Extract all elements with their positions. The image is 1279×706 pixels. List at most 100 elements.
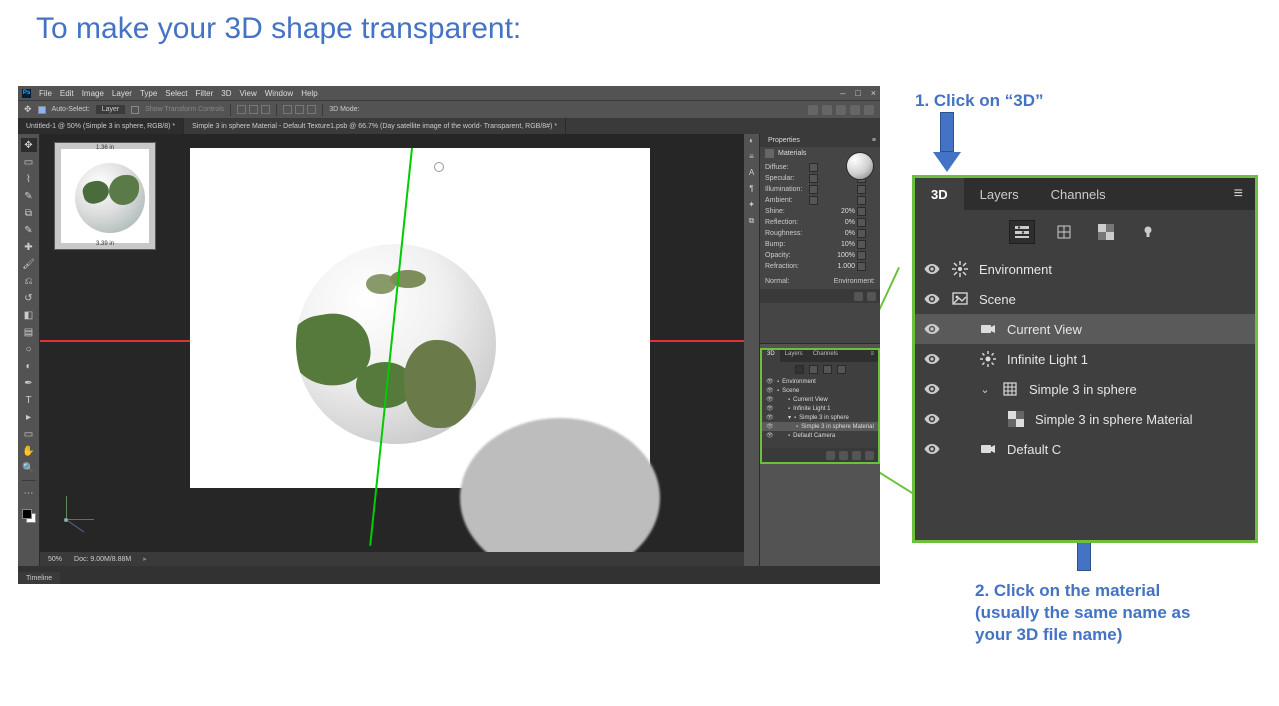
3d-item-row[interactable]: Current View bbox=[915, 314, 1255, 344]
visibility-eye-icon[interactable]: 👁 bbox=[766, 387, 774, 394]
edit-toolbar[interactable]: ⋯ bbox=[21, 486, 37, 500]
visibility-eye-icon[interactable] bbox=[923, 380, 941, 398]
healing-tool[interactable]: ✚ bbox=[21, 240, 37, 254]
3d-small-row[interactable]: 👁▪Environment bbox=[762, 377, 878, 386]
collapsed-panel-icon[interactable]: ⧉ bbox=[747, 216, 757, 226]
3d-item-row[interactable]: Simple 3 in sphere Material bbox=[915, 404, 1255, 434]
panel-footer-icon[interactable] bbox=[865, 451, 874, 460]
visibility-eye-icon[interactable] bbox=[923, 290, 941, 308]
window-minimize-button[interactable]: – bbox=[840, 88, 845, 98]
visibility-eye-icon[interactable]: 👁 bbox=[766, 432, 774, 439]
menu-help[interactable]: Help bbox=[301, 89, 317, 98]
pen-tool[interactable]: ✒ bbox=[21, 376, 37, 390]
3d-item-row[interactable]: ⌄Simple 3 in sphere bbox=[915, 374, 1255, 404]
filter-material-icon[interactable] bbox=[1094, 221, 1118, 243]
property-map-icon[interactable] bbox=[857, 196, 866, 205]
menu-select[interactable]: Select bbox=[165, 89, 187, 98]
hand-tool[interactable]: ✋ bbox=[21, 444, 37, 458]
distribute-icon[interactable] bbox=[295, 105, 304, 114]
3d-item-row[interactable]: Infinite Light 1 bbox=[915, 344, 1255, 374]
collapsed-panel-icon[interactable]: A bbox=[747, 168, 757, 178]
window-maximize-button[interactable]: □ bbox=[855, 88, 860, 98]
move-tool[interactable]: ✥ bbox=[21, 138, 37, 152]
material-preview-sphere[interactable] bbox=[846, 152, 874, 180]
globe-3d-object[interactable] bbox=[296, 244, 496, 444]
doc-tab-2[interactable]: Simple 3 in sphere Material - Default Te… bbox=[184, 118, 566, 134]
align-icon[interactable] bbox=[237, 105, 246, 114]
3d-item-row[interactable]: Environment bbox=[915, 254, 1255, 284]
color-swatches[interactable] bbox=[22, 509, 36, 523]
property-value[interactable]: 100% bbox=[809, 252, 857, 259]
property-map-icon[interactable] bbox=[857, 262, 866, 271]
navigator-overlay[interactable]: 1.36 in 3.39 in bbox=[54, 142, 156, 250]
eyedropper-tool[interactable]: ✎ bbox=[21, 223, 37, 237]
3d-small-row[interactable]: 👁▾▪Simple 3 in sphere bbox=[762, 413, 878, 422]
dodge-tool[interactable]: ◐ bbox=[21, 359, 37, 373]
3d-tab-small[interactable]: 3D bbox=[762, 350, 780, 362]
visibility-eye-icon[interactable] bbox=[923, 320, 941, 338]
menu-image[interactable]: Image bbox=[82, 89, 104, 98]
collapsed-panel-icon[interactable]: ≡ bbox=[747, 152, 757, 162]
history-brush-tool[interactable]: ↺ bbox=[21, 291, 37, 305]
canvas-area[interactable]: 1.36 in 3.39 in 50% Doc: 9.00M/8.88M bbox=[40, 134, 760, 566]
property-value[interactable]: 10% bbox=[809, 241, 857, 248]
3d-small-row[interactable]: 👁▪Simple 3 in sphere Material bbox=[762, 422, 878, 431]
visibility-eye-icon[interactable] bbox=[923, 260, 941, 278]
property-map-icon[interactable] bbox=[857, 229, 866, 238]
3d-small-row[interactable]: 👁▪Current View bbox=[762, 395, 878, 404]
menu-view[interactable]: View bbox=[240, 89, 257, 98]
filter-material-icon[interactable] bbox=[823, 365, 832, 374]
distribute-icon[interactable] bbox=[283, 105, 292, 114]
eraser-tool[interactable]: ◧ bbox=[21, 308, 37, 322]
visibility-eye-icon[interactable] bbox=[923, 410, 941, 428]
zoom-tool[interactable]: 🔍 bbox=[21, 461, 37, 475]
collapsed-panel-icon[interactable]: ✦ bbox=[747, 200, 757, 210]
property-swatch[interactable] bbox=[809, 196, 857, 205]
visibility-eye-icon[interactable]: 👁 bbox=[766, 423, 774, 430]
3d-mode-icon[interactable] bbox=[864, 105, 874, 115]
menu-filter[interactable]: Filter bbox=[196, 89, 214, 98]
filter-mesh-icon[interactable] bbox=[809, 365, 818, 374]
3d-item-row[interactable]: Scene bbox=[915, 284, 1255, 314]
visibility-eye-icon[interactable]: 👁 bbox=[766, 405, 774, 412]
menu-window[interactable]: Window bbox=[265, 89, 293, 98]
property-map-icon[interactable] bbox=[857, 240, 866, 249]
panel-footer-icon[interactable] bbox=[854, 292, 863, 301]
lasso-tool[interactable]: ⌇ bbox=[21, 172, 37, 186]
auto-select-checkbox[interactable] bbox=[38, 106, 46, 114]
3d-small-row[interactable]: 👁▪Default Camera bbox=[762, 431, 878, 440]
doc-tab-1[interactable]: Untitled-1 @ 50% (Simple 3 in sphere, RG… bbox=[18, 118, 184, 134]
3d-item-row[interactable]: Default C bbox=[915, 434, 1255, 464]
visibility-eye-icon[interactable] bbox=[923, 440, 941, 458]
crop-tool[interactable]: ⧉ bbox=[21, 206, 37, 220]
3d-small-row[interactable]: 👁▪Infinite Light 1 bbox=[762, 404, 878, 413]
blur-tool[interactable]: ○ bbox=[21, 342, 37, 356]
shape-tool[interactable]: ▭ bbox=[21, 427, 37, 441]
quick-select-tool[interactable]: ✎ bbox=[21, 189, 37, 203]
property-value[interactable]: 0% bbox=[809, 219, 857, 226]
collapsed-panel-icon[interactable]: ¶ bbox=[747, 184, 757, 194]
property-value[interactable]: 20% bbox=[809, 208, 857, 215]
visibility-eye-icon[interactable]: 👁 bbox=[766, 396, 774, 403]
visibility-eye-icon[interactable]: 👁 bbox=[766, 414, 774, 421]
align-icon[interactable] bbox=[261, 105, 270, 114]
property-map-icon[interactable] bbox=[857, 251, 866, 260]
panel-footer-icon[interactable] bbox=[852, 451, 861, 460]
channels-tab-small[interactable]: Channels bbox=[808, 350, 843, 362]
3d-mode-icon[interactable] bbox=[836, 105, 846, 115]
filter-scene-icon[interactable] bbox=[1010, 221, 1034, 243]
property-value[interactable]: 0% bbox=[809, 230, 857, 237]
path-select-tool[interactable]: ▸ bbox=[21, 410, 37, 424]
light-handle[interactable] bbox=[434, 162, 444, 172]
disclosure-caret-icon[interactable]: ⌄ bbox=[979, 383, 991, 396]
gradient-tool[interactable]: ▤ bbox=[21, 325, 37, 339]
tab-layers[interactable]: Layers bbox=[964, 178, 1035, 210]
panel-menu-icon[interactable]: ≡ bbox=[1222, 185, 1255, 203]
filter-scene-icon[interactable] bbox=[795, 365, 804, 374]
property-swatch[interactable] bbox=[809, 185, 857, 194]
panel-footer-icon[interactable] bbox=[839, 451, 848, 460]
timeline-tab[interactable]: Timeline bbox=[18, 572, 60, 584]
layers-tab-small[interactable]: Layers bbox=[780, 350, 808, 362]
panel-menu-icon[interactable]: ≡ bbox=[866, 350, 878, 362]
filter-mesh-icon[interactable] bbox=[1052, 221, 1076, 243]
